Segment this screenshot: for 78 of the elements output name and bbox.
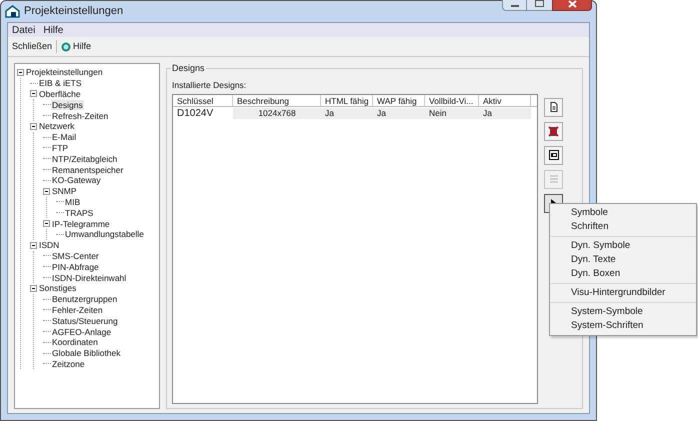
table-cell-text: Ja <box>482 108 493 119</box>
table-cell-text: 1024x768 <box>257 108 297 119</box>
tree-item[interactable]: AGFEO-Anlage <box>51 326 112 337</box>
tree-item[interactable]: Netzwerk <box>38 121 76 132</box>
column-header[interactable]: Aktiv <box>479 94 531 106</box>
table-cell: D1024V <box>173 108 233 119</box>
tree-item[interactable]: EIB & iETS <box>38 78 83 88</box>
help-button[interactable]: Hilfe <box>61 40 92 54</box>
menu-entry[interactable]: Dyn. Texte <box>550 253 696 267</box>
collapse-icon[interactable] <box>43 220 50 228</box>
column-header[interactable]: Vollbild-Vi... <box>425 94 479 106</box>
document-icon <box>550 102 558 112</box>
tree-item[interactable]: Oberfläche <box>38 88 82 99</box>
maximize-button[interactable] <box>527 0 552 11</box>
tree-item[interactable]: ISDN <box>38 240 60 250</box>
tree-item[interactable]: MIB <box>64 196 82 207</box>
tree-item[interactable]: Zeitzone <box>51 358 86 369</box>
tree-item[interactable]: NTP/Zeitabgleich <box>51 154 118 164</box>
tree-item[interactable]: SNMP <box>51 186 78 196</box>
menu-entry[interactable]: System-Schriften <box>550 319 696 333</box>
close-icon <box>568 0 576 8</box>
column-header[interactable]: Beschreibung <box>233 94 321 106</box>
menu-entry[interactable]: Symbole <box>550 206 696 220</box>
tree-item[interactable]: Status/Steuerung <box>51 316 119 326</box>
collapse-icon[interactable] <box>30 90 37 98</box>
toolbar-button[interactable]: Schließen <box>12 40 52 54</box>
table-row[interactable]: D1024V 1024x768 Ja Ja Nein Ja <box>173 108 531 119</box>
collapse-icon[interactable] <box>17 68 24 76</box>
minimize-button[interactable] <box>502 0 527 11</box>
tool-button[interactable] <box>544 146 563 165</box>
help-icon <box>61 42 72 52</box>
collapse-icon[interactable] <box>30 242 37 249</box>
menu-entry[interactable]: Visu-Hintergrundbilder <box>550 286 696 300</box>
window-icon <box>548 150 558 160</box>
menu-item[interactable]: Datei <box>12 22 36 38</box>
tree-item[interactable]: FTP <box>51 142 70 153</box>
house-icon <box>5 5 20 18</box>
tree-item[interactable]: IP-Telegramme <box>51 218 111 229</box>
menu-entry[interactable]: Schriften <box>550 220 696 234</box>
tree-item[interactable]: ISDN-Direkteinwahl <box>51 272 128 283</box>
tool-button[interactable] <box>544 122 563 141</box>
list-label: Installierte Designs: <box>172 79 248 92</box>
group-title: Designs <box>171 63 206 74</box>
table-cell-text: Nein <box>428 108 448 119</box>
tree-item[interactable]: Designs <box>51 100 84 110</box>
tree-item[interactable]: E-Mail <box>51 132 78 142</box>
column-header[interactable]: WAP fähig <box>373 94 425 106</box>
menu-entry[interactable]: System-Symbole <box>550 305 696 319</box>
collapse-icon[interactable] <box>43 188 50 195</box>
window-title: Projekteinstellungen <box>24 4 124 20</box>
minimize-icon <box>510 5 518 7</box>
tree-item[interactable]: Koordinaten <box>51 337 99 348</box>
list-icon <box>548 174 558 184</box>
menu-entry[interactable]: Dyn. Boxen <box>550 267 696 281</box>
tree-item[interactable]: TRAPS <box>64 208 94 218</box>
tree-item[interactable]: KO-Gateway <box>51 175 102 186</box>
tool-button[interactable] <box>544 98 563 117</box>
tree-item[interactable]: Refresh-Zeiten <box>51 110 110 121</box>
delete-icon <box>548 126 559 137</box>
collapse-icon[interactable] <box>30 122 37 130</box>
table-cell-text: Ja <box>376 108 387 119</box>
close-button[interactable] <box>552 0 592 11</box>
tree-item[interactable]: Fehler-Zeiten <box>51 304 104 315</box>
menu-item[interactable]: Hilfe <box>43 22 64 38</box>
tree-item[interactable]: Umwandlungstabelle <box>64 229 145 240</box>
collapse-icon[interactable] <box>30 284 37 292</box>
table-cell-text: Ja <box>324 108 335 119</box>
maximize-icon <box>535 0 544 7</box>
tree-item[interactable]: SMS-Center <box>51 250 100 261</box>
tree-item[interactable]: Sonstiges <box>38 283 78 294</box>
column-header[interactable]: Schlüssel <box>173 94 233 106</box>
column-header[interactable]: HTML fähig <box>321 94 373 106</box>
tree-item[interactable]: Globale Bibliothek <box>51 348 122 358</box>
tree-item[interactable]: Projekteinstellungen <box>25 67 104 78</box>
menu-entry[interactable]: Dyn. Symbole <box>550 239 696 253</box>
tree-item[interactable]: Benutzergruppen <box>51 294 118 304</box>
tree-item[interactable]: Remanentspeicher <box>51 164 124 175</box>
tree-item[interactable]: PIN-Abfrage <box>51 262 100 272</box>
